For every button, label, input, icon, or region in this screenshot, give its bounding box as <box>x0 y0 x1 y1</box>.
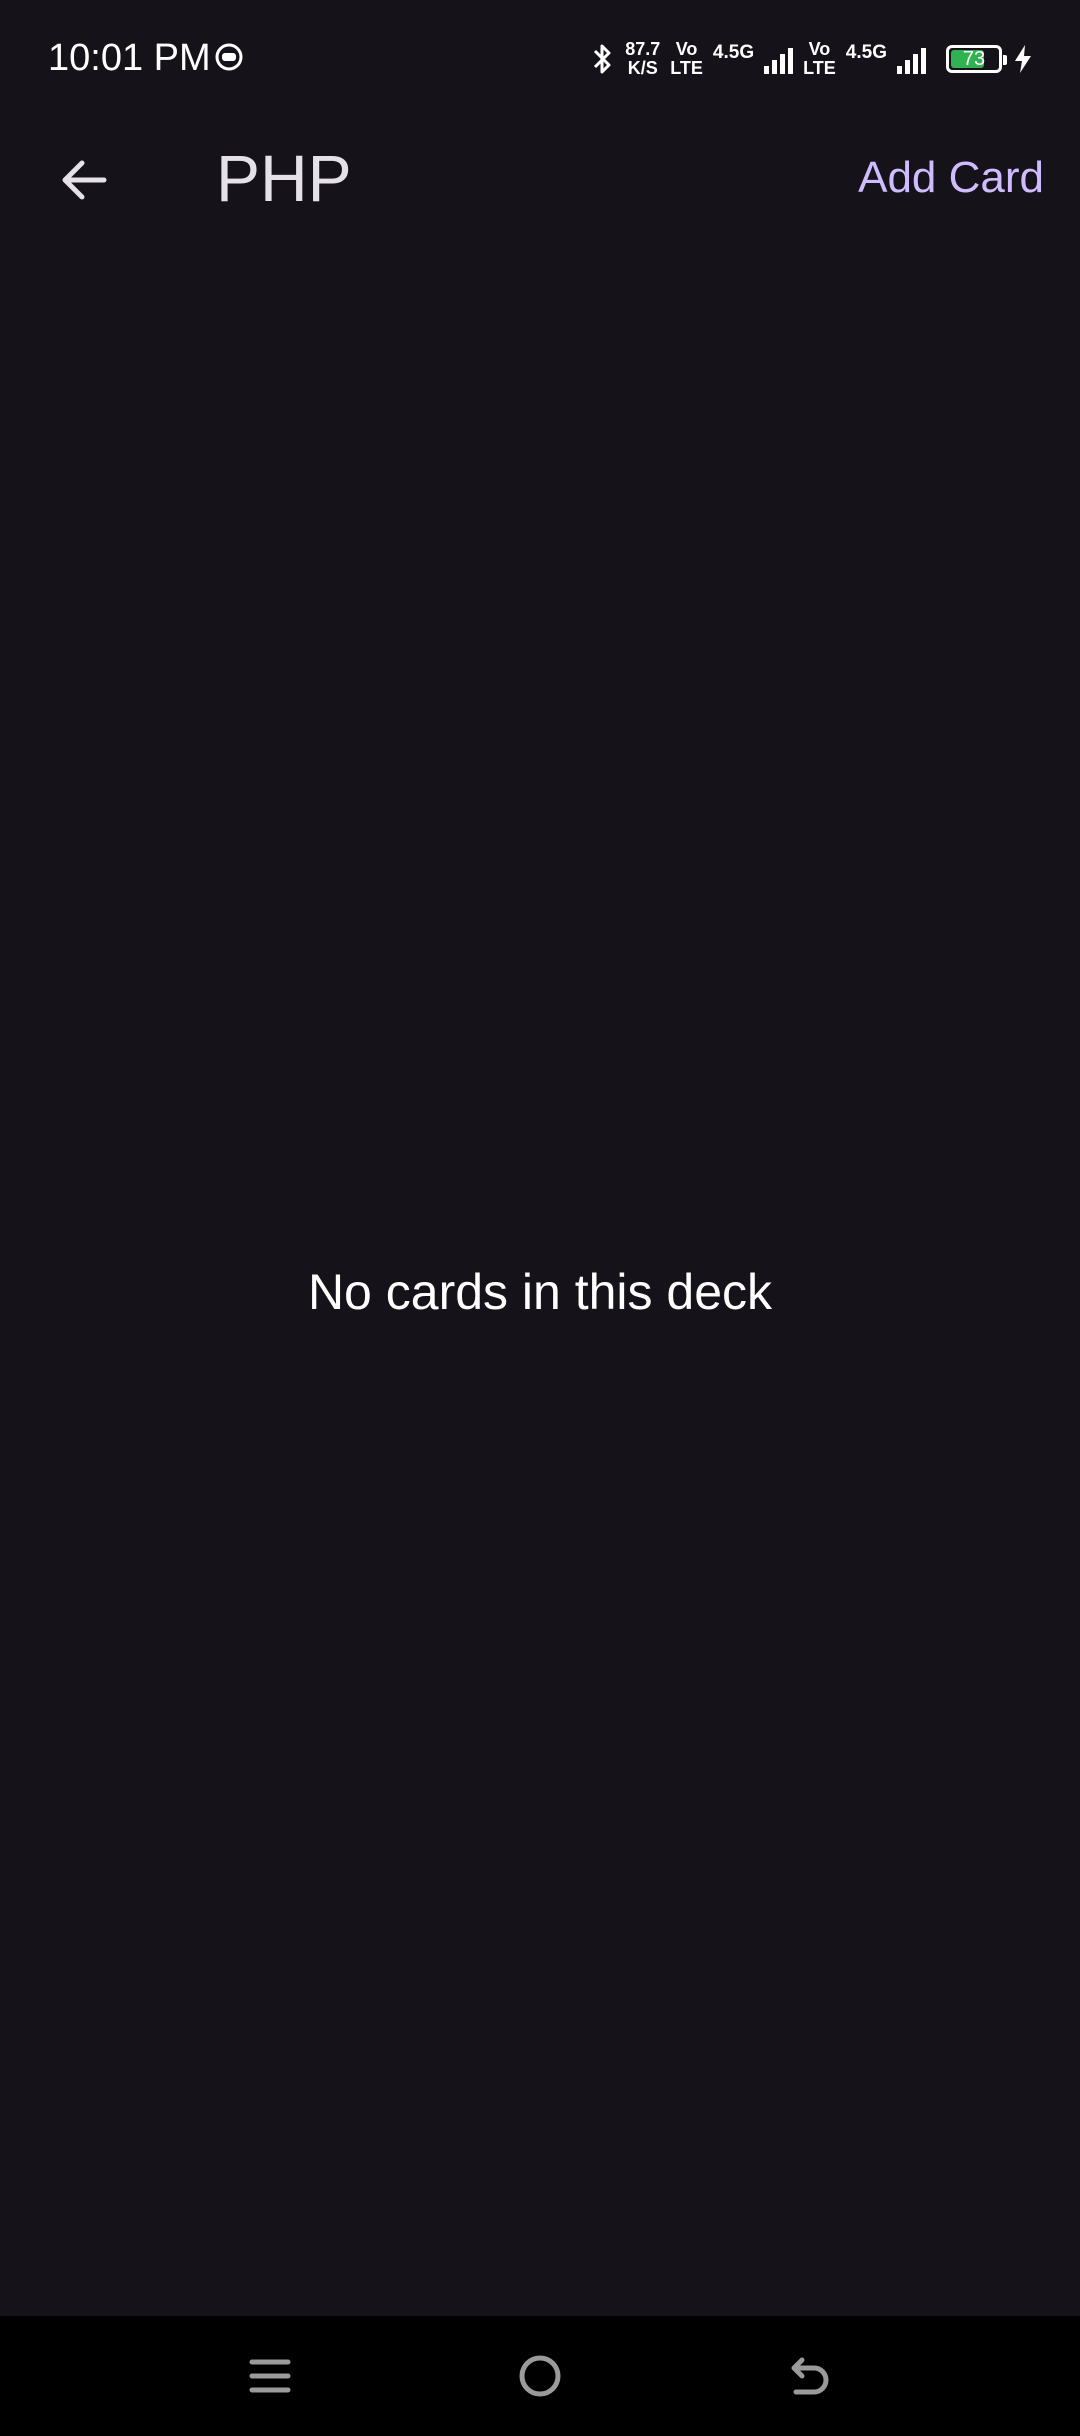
app-bar: PHP Add Card <box>0 118 1080 236</box>
back-button[interactable] <box>44 140 124 220</box>
signal-icon-2 <box>897 44 926 74</box>
add-card-button[interactable]: Add Card <box>858 148 1044 208</box>
battery-cap <box>1003 55 1007 65</box>
empty-state-message: No cards in this deck <box>307 1264 773 1320</box>
status-icons: 87.7 K/S Vo LTE 4.5G Vo LTE 4.5G 73 <box>589 34 1034 84</box>
battery-icon: 73 <box>946 45 1007 73</box>
signal-icon <box>764 44 794 74</box>
page-title: PHP <box>216 141 352 215</box>
home-button[interactable] <box>500 2346 580 2406</box>
net-speed-value: 87.7 <box>625 39 661 59</box>
home-icon <box>519 2355 561 2397</box>
back-icon <box>791 2357 829 2395</box>
sim2-lte-label: LTE <box>803 58 836 78</box>
sim2-volte: Vo LTE <box>803 40 836 78</box>
charging-icon <box>1015 45 1031 73</box>
sim1-vo-label: Vo <box>675 39 698 59</box>
screen: 10:01 PM 87.7 K/S Vo LTE 4.5G Vo LTE 4.5… <box>0 0 1080 2436</box>
system-nav-bar <box>0 2316 1080 2436</box>
recents-button[interactable] <box>230 2346 310 2406</box>
system-back-button[interactable] <box>770 2346 850 2406</box>
sim2-vo-label: Vo <box>808 39 831 59</box>
status-time: 10:01 PM <box>48 37 211 79</box>
notification-face-icon <box>215 43 243 71</box>
net-speed: 87.7 K/S <box>625 40 660 78</box>
net-speed-unit: K/S <box>627 58 658 78</box>
sim1-lte-label: LTE <box>670 58 703 78</box>
sim1-network-label: 4.5G <box>712 42 755 63</box>
sim1-volte: Vo LTE <box>670 40 703 78</box>
battery-level: 73 <box>962 48 986 70</box>
status-bar: 10:01 PM 87.7 K/S Vo LTE 4.5G Vo LTE 4.5… <box>0 0 1080 118</box>
menu-icon <box>249 2359 291 2393</box>
arrow-back-icon <box>62 160 107 200</box>
sim2-network-label: 4.5G <box>845 42 887 63</box>
bluetooth-icon <box>594 44 611 74</box>
